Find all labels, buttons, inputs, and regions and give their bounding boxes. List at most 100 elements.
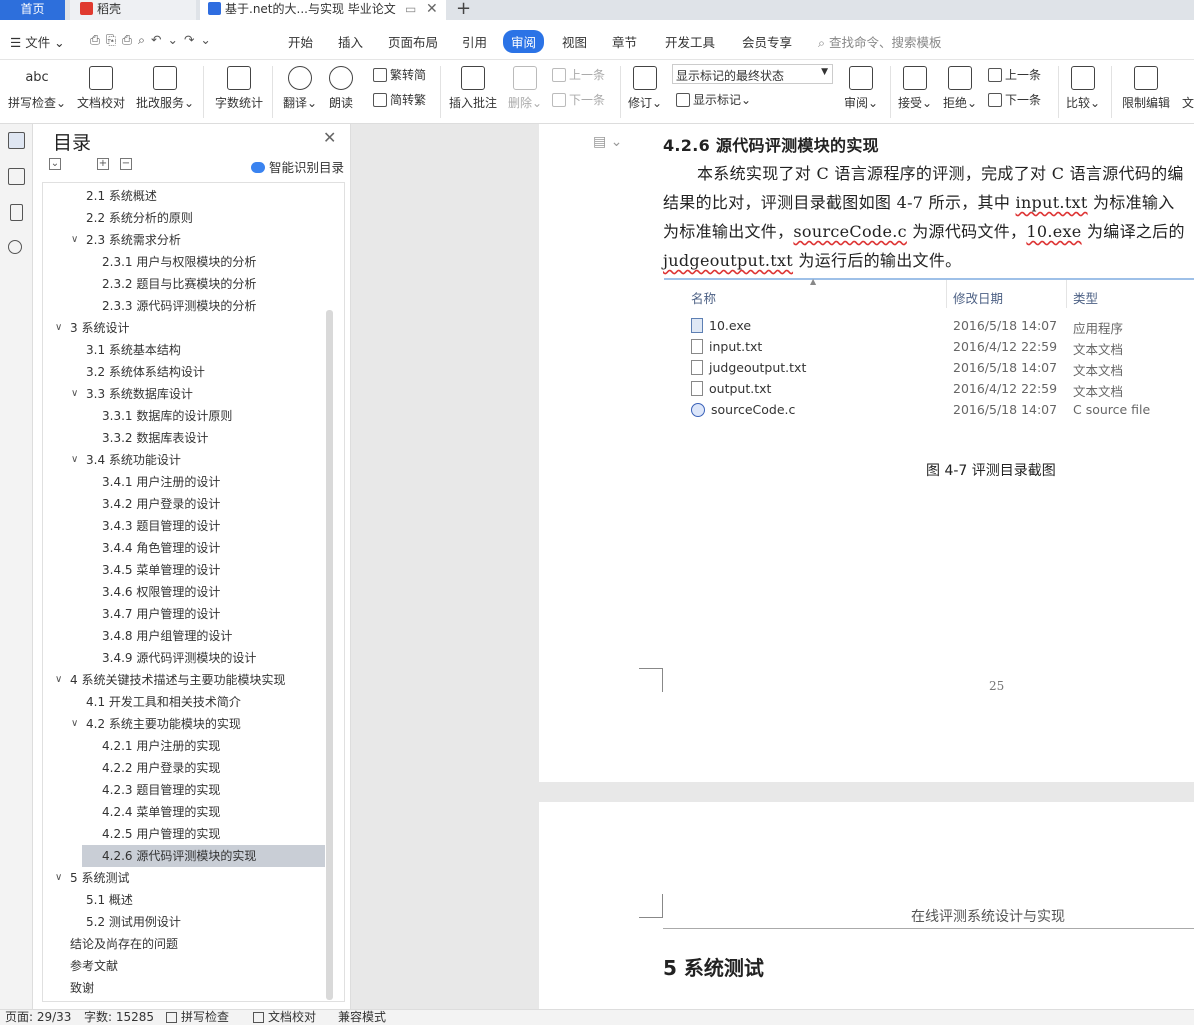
toc-item[interactable]: 2.3.3 源代码评测模块的分析 <box>102 295 256 317</box>
status-spell-check[interactable]: 拼写检查 <box>166 1010 229 1025</box>
toc-item[interactable]: 3.4.7 用户管理的设计 <box>102 603 220 625</box>
toc-item[interactable]: 4.2.4 菜单管理的实现 <box>102 801 220 823</box>
toc-item[interactable]: 3.4 系统功能设计 <box>86 449 181 471</box>
menu-review[interactable]: 审阅 <box>503 30 545 53</box>
expand-icon[interactable]: + <box>97 158 109 170</box>
search-icon[interactable] <box>8 240 22 254</box>
toc-item[interactable]: 4.2 系统主要功能模块的实现 <box>86 713 241 735</box>
smart-toc-button[interactable]: 智能识别目录 <box>251 157 344 176</box>
menu-start[interactable]: 开始 <box>288 32 313 51</box>
toc-item[interactable]: 3.4.4 角色管理的设计 <box>102 537 220 559</box>
toc-item[interactable]: 2.3 系统需求分析 <box>86 229 181 251</box>
insert-comment-button[interactable]: 插入批注 <box>449 66 497 111</box>
toc-item[interactable]: 3.2 系统体系结构设计 <box>86 361 205 383</box>
document-page[interactable]: 在线评测系统设计与实现 5 系统测试 <box>539 802 1194 1009</box>
menu-layout[interactable]: 页面布局 <box>388 32 438 51</box>
toc-item[interactable]: 3.4.5 菜单管理的设计 <box>102 559 220 581</box>
toc-item[interactable]: 3.4.1 用户注册的设计 <box>102 471 220 493</box>
accept-button[interactable]: 接受⌄ <box>898 66 932 111</box>
toc-item[interactable]: 4.2.1 用户注册的实现 <box>102 735 220 757</box>
document-area[interactable]: ▤ ⌄ 4.2.6 源代码评测模块的实现 本系统实现了对 C 语言源程序的评测，… <box>351 124 1194 1009</box>
simp-to-trad-button[interactable]: 简转繁 <box>373 91 426 108</box>
toc-item[interactable]: 3.4.9 源代码评测模块的设计 <box>102 647 256 669</box>
command-search[interactable]: ⌕ 查找命令、搜索模板 <box>818 32 942 51</box>
trad-to-simp-button[interactable]: 繁转简 <box>373 66 426 83</box>
reject-button[interactable]: 拒绝⌄ <box>943 66 977 111</box>
toc-item[interactable]: 2.1 系统概述 <box>86 185 157 207</box>
prev-comment-button[interactable]: 上一条 <box>552 66 605 83</box>
collapse-icon[interactable]: − <box>120 158 132 170</box>
markup-mode-select[interactable]: 显示标记的最终状态 ▼ <box>672 64 833 84</box>
ribbon-more-button[interactable]: 文 <box>1182 94 1194 111</box>
toc-item[interactable]: 3.4.6 权限管理的设计 <box>102 581 220 603</box>
show-markup-button[interactable]: 显示标记⌄ <box>676 91 751 108</box>
spell-check-button[interactable]: abc 拼写检查⌄ <box>8 66 66 111</box>
toc-item[interactable]: 参考文献 <box>70 955 118 977</box>
next-change-button[interactable]: 下一条 <box>988 91 1041 108</box>
tab-daoke[interactable]: 稻壳 <box>70 0 196 20</box>
toc-scrollbar[interactable] <box>326 310 333 1000</box>
toc-item[interactable]: 4.2.5 用户管理的实现 <box>102 823 220 845</box>
outline-nav-icon[interactable] <box>8 168 25 185</box>
tab-home[interactable]: 首页 <box>0 0 65 20</box>
review-button[interactable]: 审阅⌄ <box>844 66 878 111</box>
prev-change-button[interactable]: 上一条 <box>988 66 1041 83</box>
toc-item[interactable]: 2.3.2 题目与比赛模块的分析 <box>102 273 256 295</box>
toc-item[interactable]: 3.4.8 用户组管理的设计 <box>102 625 232 647</box>
toc-item[interactable]: 5 系统测试 <box>70 867 129 889</box>
doc-check-button[interactable]: 文档校对 <box>77 66 125 111</box>
close-tab-icon[interactable]: ✕ <box>426 0 438 18</box>
expand-chevron-icon[interactable]: ∨ <box>71 454 78 465</box>
paragraph-menu-icon[interactable]: ▤ ⌄ <box>593 134 622 150</box>
toc-item[interactable]: 5.1 概述 <box>86 889 133 911</box>
status-doc-check[interactable]: 文档校对 <box>253 1010 316 1025</box>
expand-chevron-icon[interactable]: ∨ <box>71 234 78 245</box>
toc-item[interactable]: 4.2.2 用户登录的实现 <box>102 757 220 779</box>
word-count-button[interactable]: 字数统计 <box>215 66 263 111</box>
toc-item[interactable]: 2.3.1 用户与权限模块的分析 <box>102 251 256 273</box>
menu-devtools[interactable]: 开发工具 <box>665 32 715 51</box>
expand-chevron-icon[interactable]: ∨ <box>55 322 62 333</box>
expand-chevron-icon[interactable]: ∨ <box>71 718 78 729</box>
collapse-all-icon[interactable]: ⌄ <box>49 158 61 170</box>
word-count-indicator[interactable]: 字数: 15285 <box>84 1010 154 1025</box>
toc-item[interactable]: 3 系统设计 <box>70 317 129 339</box>
toc-nav-icon[interactable] <box>8 132 25 149</box>
toc-item[interactable]: 4.1 开发工具和相关技术简介 <box>86 691 241 713</box>
restrict-editing-button[interactable]: 限制编辑 <box>1122 66 1170 111</box>
toc-item[interactable]: 5.2 测试用例设计 <box>86 911 181 933</box>
revise-button[interactable]: 修订⌄ <box>628 66 662 111</box>
quick-access-icons[interactable]: ⎙⎘⎙⌕↶⌄↷⌄ <box>90 32 217 48</box>
toc-item[interactable]: 3.1 系统基本结构 <box>86 339 181 361</box>
toc-item[interactable]: 结论及尚存在的问题 <box>70 933 178 955</box>
document-page[interactable]: ▤ ⌄ 4.2.6 源代码评测模块的实现 本系统实现了对 C 语言源程序的评测，… <box>539 124 1194 782</box>
file-menu[interactable]: ☰ 文件 ⌄ <box>10 32 65 51</box>
toc-item[interactable]: 3.3 系统数据库设计 <box>86 383 193 405</box>
delete-comment-button[interactable]: 删除⌄ <box>508 66 542 111</box>
tab-document[interactable]: 基于.net的大...与实现 毕业论文 ▭ ✕ <box>200 0 446 20</box>
menu-view[interactable]: 视图 <box>562 32 587 51</box>
toc-item[interactable]: 4 系统关键技术描述与主要功能模块实现 <box>70 669 285 691</box>
bookmark-icon[interactable] <box>10 204 23 221</box>
toc-item[interactable]: 4.2.3 题目管理的实现 <box>102 779 220 801</box>
page-indicator[interactable]: 页面: 29/33 <box>5 1010 71 1025</box>
menu-member[interactable]: 会员专享 <box>742 32 792 51</box>
translate-button[interactable]: 翻译⌄ <box>283 66 317 111</box>
pin-icon[interactable]: ▭ <box>405 0 416 18</box>
expand-chevron-icon[interactable]: ∨ <box>55 674 62 685</box>
expand-chevron-icon[interactable]: ∨ <box>55 872 62 883</box>
toc-item[interactable]: 3.4.2 用户登录的设计 <box>102 493 220 515</box>
toc-item[interactable]: 2.2 系统分析的原则 <box>86 207 193 229</box>
toc-item[interactable]: 3.4.3 题目管理的设计 <box>102 515 220 537</box>
new-tab-icon[interactable]: + <box>456 0 476 20</box>
toc-item[interactable]: 3.3.1 数据库的设计原则 <box>102 405 232 427</box>
read-aloud-button[interactable]: 朗读 <box>329 66 353 111</box>
toc-item[interactable]: 致谢 <box>70 977 94 999</box>
menu-chapter[interactable]: 章节 <box>612 32 637 51</box>
menu-references[interactable]: 引用 <box>462 32 487 51</box>
toc-item[interactable]: 3.3.2 数据库表设计 <box>102 427 208 449</box>
toc-item[interactable]: 4.2.6 源代码评测模块的实现 <box>82 845 325 867</box>
expand-chevron-icon[interactable]: ∨ <box>71 388 78 399</box>
next-comment-button[interactable]: 下一条 <box>552 91 605 108</box>
compare-button[interactable]: 比较⌄ <box>1066 66 1100 111</box>
